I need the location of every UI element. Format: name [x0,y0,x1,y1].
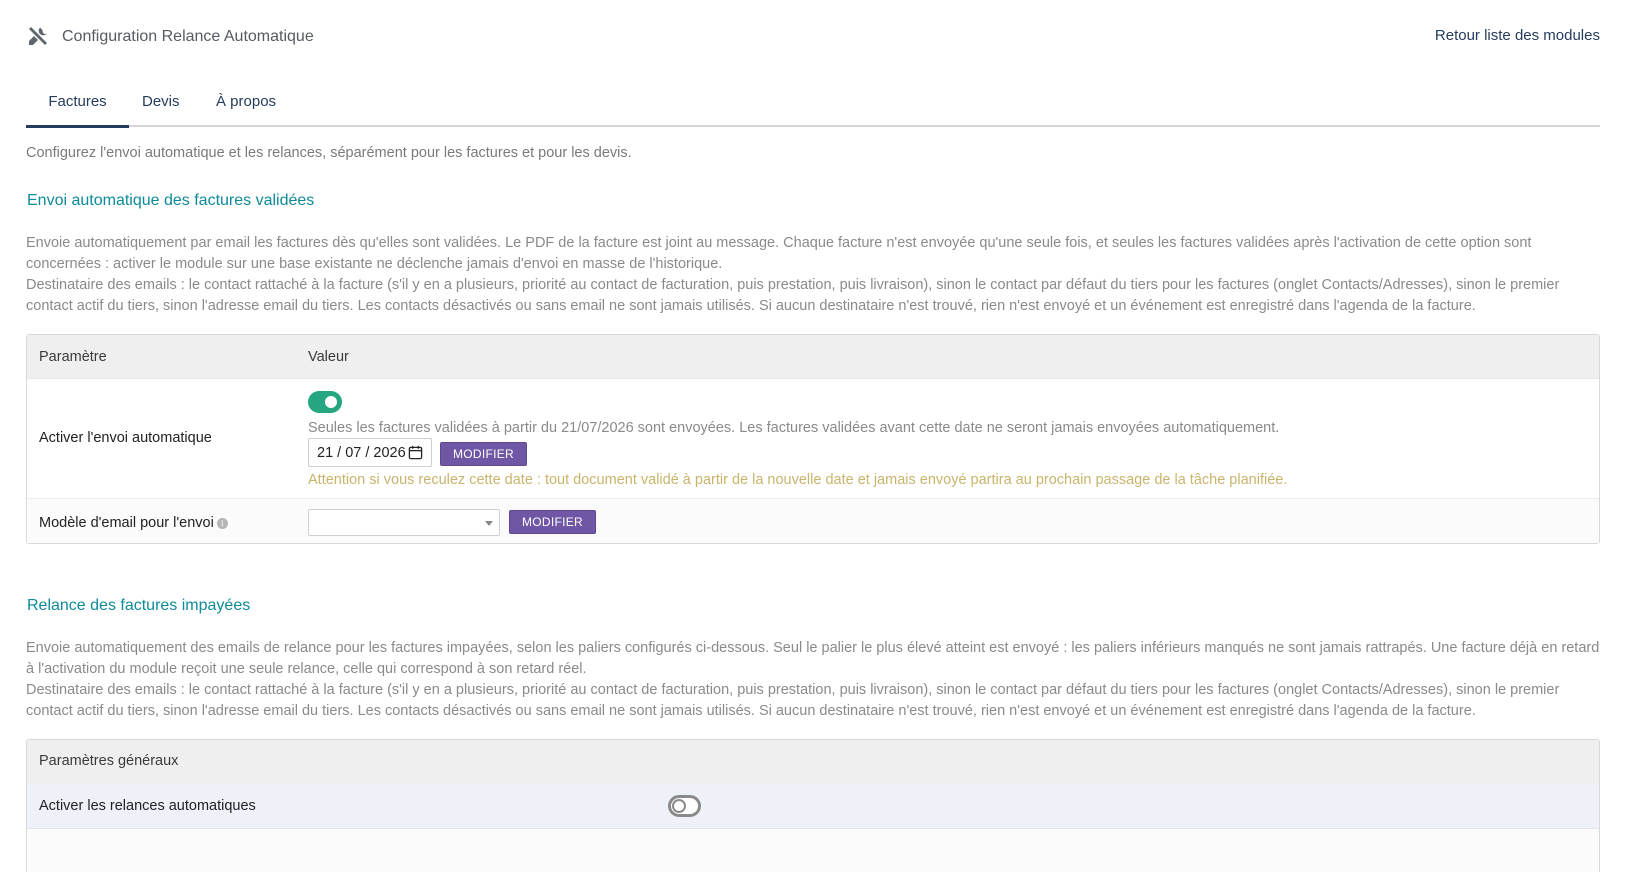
modify-date-button[interactable]: MODIFIER [440,442,527,466]
start-date-input[interactable]: 21 / 07 / 2026 [308,438,432,467]
section-relance-desc-1: Envoie automatiquement des emails de rel… [26,640,1600,677]
auto-send-label: Activer l'envoi automatique [39,430,212,446]
general-settings-header: Paramètres généraux [27,740,1599,784]
date-warning: Attention si vous reculez cette date : t… [308,472,1288,488]
tab-devis[interactable]: Devis [142,81,180,127]
section-auto-description: Envoie automatiquement par email les fac… [26,233,1606,317]
section-relance-description: Envoie automatiquement des emails de rel… [26,638,1606,722]
info-icon[interactable]: i [216,517,228,529]
auto-send-note: Seules les factures validées à partir du… [308,420,1280,436]
tab-factures[interactable]: Factures [26,81,129,128]
table-row-auto-send: Activer l'envoi automatique Seules les f… [27,379,1599,499]
general-settings-table: Paramètres généraux Activer les relances… [26,739,1600,872]
section-relance-title: Relance des factures impayées [27,597,251,614]
column-header-param: Paramètre [39,349,107,365]
table-row-enable-relances: Activer les relances automatiques [27,784,1599,829]
auto-send-toggle[interactable] [308,391,342,413]
back-to-modules-link[interactable]: Retour liste des modules [1435,27,1600,44]
tab-bar: Factures Devis À propos [26,81,1600,128]
page-title: Configuration Relance Automatique [62,28,314,45]
section-relance-desc-2: Destinataire des emails : le contact rat… [26,682,1560,719]
email-model-label-text: Modèle d'email pour l'envoi [39,515,214,531]
enable-relances-toggle[interactable] [668,795,701,817]
section-auto-desc-2: Destinataire des emails : le contact rat… [26,277,1560,314]
email-model-label: Modèle d'email pour l'envoi i [39,515,228,531]
page: Configuration Relance Automatique Retour… [0,0,1626,872]
column-header-value: Valeur [308,349,349,365]
table-row-email-model: Modèle d'email pour l'envoi i MODIFIER [27,499,1599,543]
tab-a-propos[interactable]: À propos [216,81,276,127]
chevron-down-icon [485,521,493,526]
start-date-value: 21 / 07 / 2026 [317,445,406,461]
modify-email-model-button[interactable]: MODIFIER [509,510,596,534]
tools-icon [29,27,47,45]
page-header: Configuration Relance Automatique Retour… [26,22,1600,52]
section-auto-title: Envoi automatique des factures validées [27,192,315,209]
enable-relances-label: Activer les relances automatiques [39,798,256,814]
calendar-icon[interactable] [408,445,423,460]
table-header: Paramètre Valeur [27,335,1599,379]
general-settings-title: Paramètres généraux [39,753,179,769]
intro-text: Configurez l'envoi automatique et les re… [26,145,632,161]
section-auto-desc-1: Envoie automatiquement par email les fac… [26,235,1532,272]
email-model-select[interactable] [308,509,500,536]
auto-config-table: Paramètre Valeur Activer l'envoi automat… [26,334,1600,544]
table-row-next [27,829,1599,872]
